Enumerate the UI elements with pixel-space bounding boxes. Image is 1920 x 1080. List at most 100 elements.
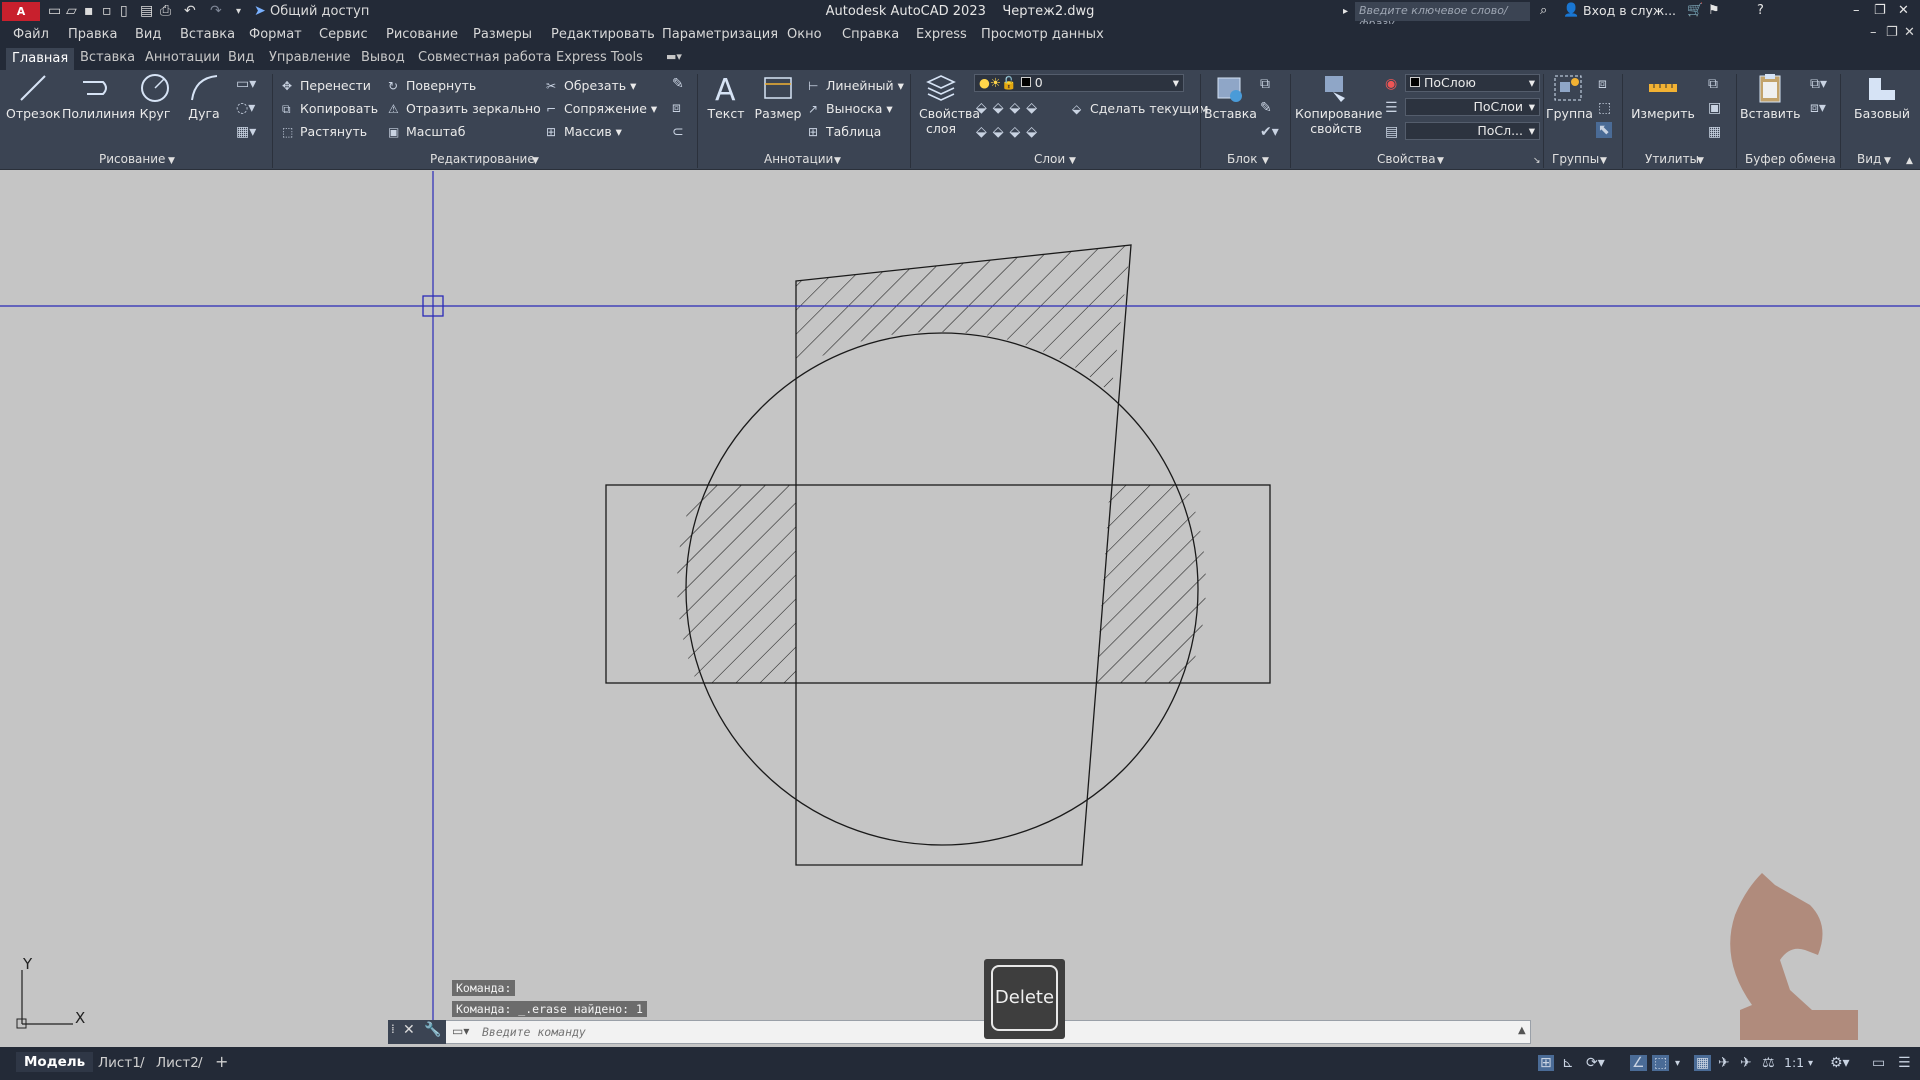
tab-home[interactable]: Главная bbox=[6, 48, 75, 70]
quick-select-icon[interactable]: ⧉ bbox=[1708, 76, 1718, 92]
properties-panel-label[interactable]: Свойства bbox=[1377, 152, 1436, 166]
add-layout-button[interactable]: + bbox=[215, 1052, 228, 1071]
menu-dimension[interactable]: Размеры bbox=[473, 27, 532, 42]
menu-express[interactable]: Express bbox=[916, 27, 967, 42]
doc-restore-icon[interactable]: ❐ bbox=[1886, 25, 1898, 40]
workspace-gear-icon[interactable]: ⚙▾ bbox=[1830, 1055, 1850, 1071]
search-icon[interactable]: ⌕ bbox=[1540, 3, 1547, 18]
cart-icon[interactable]: 🛒 bbox=[1687, 3, 1703, 18]
layer-tools-row2-icon[interactable]: ⬙⬙⬙⬙ bbox=[976, 124, 1043, 140]
ribbon-minimize-icon[interactable]: ▲ bbox=[1906, 156, 1913, 166]
block-attributes-icon[interactable]: ✔▾ bbox=[1260, 124, 1279, 140]
tab-layout2[interactable]: Лист2 bbox=[156, 1055, 199, 1071]
layer-properties-button[interactable]: Свойства слоя bbox=[912, 72, 980, 136]
block-panel-expand-icon[interactable]: ▼ bbox=[1262, 156, 1269, 166]
search-expand-icon[interactable]: ▸ bbox=[1343, 6, 1348, 17]
doc-minimize-icon[interactable]: – bbox=[1870, 25, 1877, 40]
trim-button[interactable]: ✂ Обрезать ▾ bbox=[546, 78, 636, 93]
clipboard-panel-label[interactable]: Буфер обмена bbox=[1745, 152, 1836, 166]
group-button[interactable]: Группа bbox=[1546, 72, 1593, 121]
measure-button[interactable]: Измерить bbox=[1626, 72, 1700, 121]
menu-parametric[interactable]: Параметризация bbox=[662, 27, 778, 42]
drawing-canvas[interactable]: Y X bbox=[0, 171, 1920, 1041]
modify-panel-label[interactable]: Редактирование bbox=[430, 152, 535, 166]
dimension-button[interactable]: Размер bbox=[752, 72, 804, 121]
base-view-button[interactable]: Базовый bbox=[1850, 72, 1914, 121]
annotation-scale-menu-icon[interactable]: ▾ bbox=[1808, 1058, 1813, 1069]
explode-icon[interactable]: ⧈ bbox=[672, 100, 681, 116]
group-selection-icon[interactable]: ⬉ bbox=[1596, 122, 1612, 138]
draw-panel-expand-icon[interactable]: ▼ bbox=[168, 156, 175, 166]
minimize-icon[interactable]: – bbox=[1853, 3, 1860, 18]
lineweight-toggle-icon[interactable]: ▦ bbox=[1694, 1055, 1712, 1071]
draw-panel-label[interactable]: Рисование bbox=[99, 152, 165, 166]
menu-modify[interactable]: Редактировать bbox=[551, 27, 655, 42]
menu-draw[interactable]: Рисование bbox=[386, 27, 458, 42]
paste-button[interactable]: Вставить bbox=[1740, 72, 1801, 121]
menu-view[interactable]: Вид bbox=[135, 27, 161, 42]
doc-close-icon[interactable]: ✕ bbox=[1904, 25, 1915, 40]
table-button[interactable]: ⊞ Таблица bbox=[808, 124, 881, 139]
view-panel-label[interactable]: Вид bbox=[1857, 152, 1881, 166]
select-all-icon[interactable]: ▣ bbox=[1708, 100, 1721, 116]
utilities-panel-label[interactable]: Утилиты bbox=[1645, 152, 1699, 166]
edit-block-icon[interactable]: ✎ bbox=[1260, 100, 1272, 116]
help-search-input[interactable]: Введите ключевое слово/фразу bbox=[1355, 2, 1530, 30]
color-dropdown[interactable]: ПоСлою ▾ bbox=[1405, 74, 1540, 92]
customization-menu-icon[interactable]: ☰ bbox=[1898, 1055, 1911, 1071]
clean-screen-icon[interactable]: ▭ bbox=[1872, 1055, 1885, 1071]
cut-icon[interactable]: ⧉▾ bbox=[1810, 76, 1827, 92]
hatch-icon[interactable]: ◌▾ bbox=[236, 100, 255, 116]
make-current-button[interactable]: ⬙ Сделать текущим bbox=[1072, 101, 1209, 116]
move-button[interactable]: ✥ Перенести bbox=[282, 78, 371, 93]
snap-mode-icon[interactable]: ⊾ bbox=[1562, 1055, 1574, 1071]
leader-button[interactable]: ↗ Выноска ▾ bbox=[808, 101, 893, 116]
group-edit-icon[interactable]: ⬚ bbox=[1598, 100, 1611, 116]
view-panel-expand-icon[interactable]: ▼ bbox=[1884, 156, 1891, 166]
layer-dropdown[interactable]: ●☀🔓 0 ▾ bbox=[974, 74, 1184, 92]
auto-scale-icon[interactable]: ✈ bbox=[1740, 1055, 1752, 1071]
modify-panel-expand-icon[interactable]: ▼ bbox=[532, 156, 539, 166]
command-line-close-icon[interactable]: ✕ bbox=[403, 1022, 415, 1038]
tab-output[interactable]: Вывод bbox=[361, 50, 405, 65]
layers-panel-label[interactable]: Слои bbox=[1034, 152, 1065, 166]
create-block-icon[interactable]: ⧉ bbox=[1260, 76, 1270, 92]
tab-manage[interactable]: Управление bbox=[269, 50, 351, 65]
rotate-button[interactable]: ↻ Повернуть bbox=[388, 78, 476, 93]
properties-dialog-launcher-icon[interactable]: ↘ bbox=[1533, 156, 1541, 166]
line-button[interactable]: Отрезок bbox=[6, 72, 61, 121]
ungroup-icon[interactable]: ⧈ bbox=[1598, 76, 1607, 92]
command-input[interactable] bbox=[482, 1022, 1482, 1042]
tab-annotate[interactable]: Аннотации bbox=[145, 50, 220, 65]
groups-panel-label[interactable]: Группы bbox=[1552, 152, 1599, 166]
hatch-top-region[interactable] bbox=[796, 245, 1131, 393]
layer-tools-row1-icon[interactable]: ⬙⬙⬙⬙ bbox=[976, 100, 1043, 116]
lineweight-dropdown[interactable]: ПоСлои ▾ bbox=[1405, 98, 1540, 116]
menu-insert[interactable]: Вставка bbox=[180, 27, 235, 42]
circle-button[interactable]: Круг bbox=[136, 72, 174, 121]
menu-tools[interactable]: Сервис bbox=[319, 27, 368, 42]
command-line-customize-icon[interactable]: 🔧 bbox=[424, 1022, 441, 1038]
offset-icon[interactable]: ⊂ bbox=[672, 124, 684, 140]
annotation-visibility-icon[interactable]: ✈ bbox=[1718, 1055, 1730, 1071]
match-properties-button[interactable]: Копирование свойств bbox=[1294, 72, 1382, 136]
tab-model[interactable]: Модель bbox=[16, 1052, 94, 1072]
tab-insert[interactable]: Вставка bbox=[80, 50, 135, 65]
array-button[interactable]: ⊞ Массив ▾ bbox=[546, 124, 622, 139]
restore-icon[interactable]: ❐ bbox=[1874, 3, 1886, 18]
close-icon[interactable]: ✕ bbox=[1898, 3, 1909, 18]
fillet-button[interactable]: ⌐ Сопряжение ▾ bbox=[546, 101, 657, 116]
help-icon[interactable]: ? bbox=[1757, 3, 1764, 18]
model-space-icon[interactable]: ⊞ bbox=[1538, 1055, 1554, 1071]
ucs-icon[interactable] bbox=[16, 970, 73, 1029]
rectangle-icon[interactable]: ▭▾ bbox=[236, 76, 256, 92]
annotation-panel-label[interactable]: Аннотации bbox=[764, 152, 833, 166]
tab-overflow-icon[interactable]: ▬▾ bbox=[666, 50, 682, 63]
erase-icon[interactable]: ✎ bbox=[672, 76, 684, 92]
polar-tracking-icon[interactable]: ⟳▾ bbox=[1586, 1055, 1605, 1071]
polyline-button[interactable]: Полилиния bbox=[62, 72, 135, 121]
recent-commands-icon[interactable]: ▭▾ bbox=[452, 1024, 469, 1038]
menu-window[interactable]: Окно bbox=[787, 27, 822, 42]
tab-express-tools[interactable]: Express Tools bbox=[556, 50, 643, 65]
sign-in-link[interactable]: Вход в служ... bbox=[1583, 3, 1676, 18]
